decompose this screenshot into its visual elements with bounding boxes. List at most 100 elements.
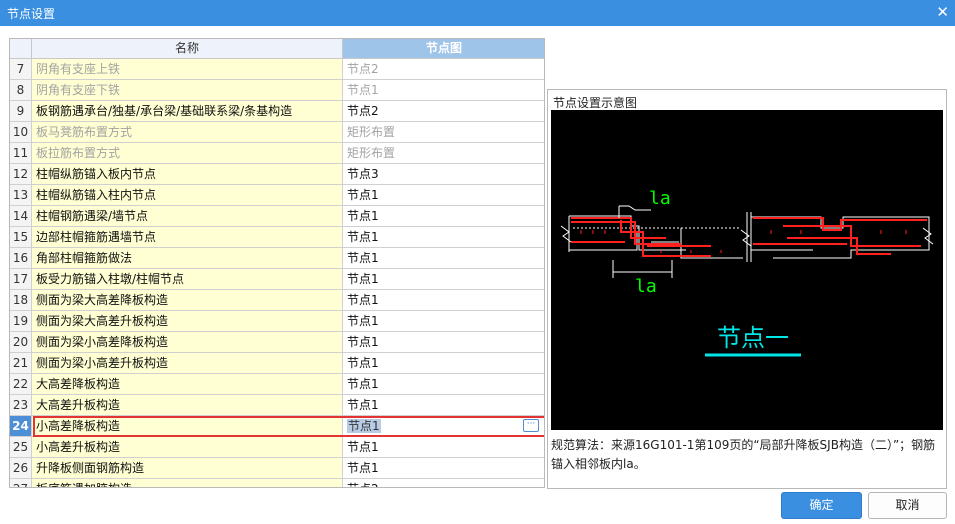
table-row[interactable]: 17 板受力筋锚入柱墩/柱帽节点 节点1 (10, 269, 544, 290)
table-row[interactable]: 25 小高差升板构造 节点1 (10, 437, 544, 458)
node-value-text: 节点1 (347, 293, 379, 307)
row-number-header (10, 39, 32, 59)
row-node-value[interactable]: 节点1 (343, 248, 544, 269)
row-name[interactable]: 阴角有支座上铁 (32, 59, 343, 80)
row-number: 23 (10, 395, 32, 416)
row-node-value[interactable]: 节点2 (343, 101, 544, 122)
row-node-value[interactable]: 节点1 (343, 269, 544, 290)
row-name[interactable]: 小高差降板构造 (32, 416, 343, 437)
table-row[interactable]: 9 板钢筋遇承台/独基/承台梁/基础联系梁/条基构造 节点2 (10, 101, 544, 122)
table-row[interactable]: 13 柱帽纵筋锚入柱内节点 节点1 (10, 185, 544, 206)
node-value-text: 节点1 (347, 209, 379, 223)
row-node-value[interactable]: 节点1 (343, 290, 544, 311)
row-number: 25 (10, 437, 32, 458)
table-row[interactable]: 12 柱帽纵筋锚入板内节点 节点3 (10, 164, 544, 185)
row-name[interactable]: 角部柱帽箍筋做法 (32, 248, 343, 269)
row-name[interactable]: 侧面为梁大高差降板构造 (32, 290, 343, 311)
row-number: 26 (10, 458, 32, 479)
row-number: 16 (10, 248, 32, 269)
node-value-text: 节点1 (347, 335, 379, 349)
node-value-text: 节点1 (347, 230, 379, 244)
node-value-text: 节点2 (347, 104, 379, 118)
row-number: 19 (10, 311, 32, 332)
node-column-header[interactable]: 节点图 (343, 39, 544, 59)
row-number: 20 (10, 332, 32, 353)
table-row[interactable]: 18 侧面为梁大高差降板构造 节点1 (10, 290, 544, 311)
row-name[interactable]: 板底筋遇加腋构造 (32, 479, 343, 487)
rule-description: 规范算法：来源16G101-1第109页的“局部升降板SJB构造（二）”；钢筋锚… (551, 438, 936, 471)
ok-button[interactable]: 确定 (781, 492, 862, 519)
node-value-text: 节点1 (347, 419, 381, 433)
row-number: 12 (10, 164, 32, 185)
table-row[interactable]: 8 阴角有支座下铁 节点1 (10, 80, 544, 101)
la-label-bottom: la (635, 276, 657, 297)
table-row[interactable]: 24 小高差降板构造 节点1 ··· (10, 416, 544, 437)
close-icon[interactable]: ✕ (936, 3, 949, 21)
row-node-value[interactable]: 节点1 (343, 227, 544, 248)
table-row[interactable]: 27板底筋遇加腋构造节点2 (10, 479, 544, 487)
name-column-header[interactable]: 名称 (32, 39, 343, 59)
cancel-button[interactable]: 取消 (868, 492, 947, 519)
row-node-value[interactable]: 矩形布置 (343, 122, 544, 143)
row-node-value[interactable]: 节点1 (343, 395, 544, 416)
row-name[interactable]: 柱帽纵筋锚入柱内节点 (32, 185, 343, 206)
window-title: 节点设置 (7, 7, 56, 21)
table-row[interactable]: 14 柱帽钢筋遇梁/墙节点 节点1 (10, 206, 544, 227)
table-row[interactable]: 11 板拉筋布置方式 矩形布置 (10, 143, 544, 164)
row-node-value[interactable]: 节点1 (343, 80, 544, 101)
table-row[interactable]: 23 大高差升板构造 节点1 (10, 395, 544, 416)
row-name[interactable]: 柱帽纵筋锚入板内节点 (32, 164, 343, 185)
more-options-button[interactable]: ··· (523, 419, 539, 432)
row-name[interactable]: 小高差升板构造 (32, 437, 343, 458)
preview-panel: 节点设置示意图 la la 节点一 规范算法：来源16G101-1第109页的“… (547, 89, 947, 489)
row-name[interactable]: 阴角有支座下铁 (32, 80, 343, 101)
row-number: 10 (10, 122, 32, 143)
table-row[interactable]: 7 阴角有支座上铁 节点2 (10, 59, 544, 80)
node-value-text: 节点3 (347, 167, 379, 181)
row-node-value[interactable]: 节点2 (343, 59, 544, 80)
table-row[interactable]: 22 大高差降板构造 节点1 (10, 374, 544, 395)
row-node-value[interactable]: 矩形布置 (343, 143, 544, 164)
row-node-value[interactable]: 节点1 (343, 458, 544, 479)
row-name[interactable]: 侧面为梁小高差升板构造 (32, 353, 343, 374)
node-value-text: 节点1 (347, 272, 379, 286)
node-value-text: 节点1 (347, 188, 379, 202)
row-name[interactable]: 大高差降板构造 (32, 374, 343, 395)
node-value-text: 节点1 (347, 356, 379, 370)
table-row[interactable]: 21 侧面为梁小高差升板构造 节点1 (10, 353, 544, 374)
row-name[interactable]: 大高差升板构造 (32, 395, 343, 416)
table-row[interactable]: 10 板马凳筋布置方式 矩形布置 (10, 122, 544, 143)
node-value-text: 节点1 (347, 377, 379, 391)
node-value-text: 矩形布置 (347, 125, 396, 139)
row-node-value[interactable]: 节点1 (343, 374, 544, 395)
row-name[interactable]: 侧面为梁小高差降板构造 (32, 332, 343, 353)
row-name[interactable]: 板马凳筋布置方式 (32, 122, 343, 143)
row-node-value[interactable]: 节点1 (343, 353, 544, 374)
table-row[interactable]: 26 升降板侧面钢筋构造 节点1 (10, 458, 544, 479)
row-name[interactable]: 柱帽钢筋遇梁/墙节点 (32, 206, 343, 227)
node-value-text: 节点1 (347, 251, 379, 265)
row-node-value[interactable]: 节点1 (343, 206, 544, 227)
table-row[interactable]: 15 边部柱帽箍筋遇墙节点 节点1 (10, 227, 544, 248)
row-node-value[interactable]: 节点1 (343, 311, 544, 332)
row-node-value[interactable]: 节点1 ··· (343, 416, 544, 437)
row-number: 9 (10, 101, 32, 122)
table-row[interactable]: 20 侧面为梁小高差降板构造 节点1 (10, 332, 544, 353)
node-name-label: 节点一 (717, 324, 789, 352)
row-node-value[interactable]: 节点2 (343, 479, 544, 487)
row-name[interactable]: 侧面为梁大高差升板构造 (32, 311, 343, 332)
row-name[interactable]: 板受力筋锚入柱墩/柱帽节点 (32, 269, 343, 290)
row-node-value[interactable]: 节点3 (343, 164, 544, 185)
row-name[interactable]: 板钢筋遇承台/独基/承台梁/基础联系梁/条基构造 (32, 101, 343, 122)
row-node-value[interactable]: 节点1 (343, 185, 544, 206)
row-number: 14 (10, 206, 32, 227)
row-name[interactable]: 板拉筋布置方式 (32, 143, 343, 164)
node-value-text: 节点1 (347, 314, 379, 328)
row-name[interactable]: 边部柱帽箍筋遇墙节点 (32, 227, 343, 248)
row-number: 18 (10, 290, 32, 311)
row-node-value[interactable]: 节点1 (343, 437, 544, 458)
row-name[interactable]: 升降板侧面钢筋构造 (32, 458, 343, 479)
table-row[interactable]: 16 角部柱帽箍筋做法 节点1 (10, 248, 544, 269)
table-row[interactable]: 19 侧面为梁大高差升板构造 节点1 (10, 311, 544, 332)
row-node-value[interactable]: 节点1 (343, 332, 544, 353)
